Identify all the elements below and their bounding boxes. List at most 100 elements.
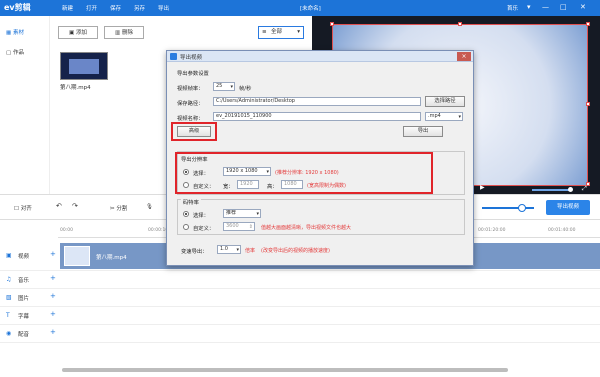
app-icon [170,53,177,60]
undo-icon[interactable]: ↶ [56,202,62,210]
fullscreen-icon[interactable]: ⤢ [582,185,587,193]
track-label-subtitle: 字幕 [18,314,30,320]
menu-save-as[interactable]: 另存 [134,4,145,12]
timeline-scrollbar[interactable] [62,368,508,372]
ruler-tick: 00:00 [60,228,73,233]
align-toggle[interactable]: ☐ 对齐 [14,204,32,212]
resize-handle[interactable] [586,102,590,106]
clip-thumbnail[interactable] [64,246,90,266]
scissors-icon: ✂ [110,206,115,212]
resize-handle[interactable] [330,22,334,26]
chevron-down-icon: ▾ [230,84,233,90]
resize-handle[interactable] [586,22,590,26]
export-dialog: 导出视频 × 导出参数设置 视频帧率： 25 ▾ 帧/秒 保存路径： C:/Us… [166,50,474,266]
name-label: 视频名称： [177,116,204,122]
clip-label: 第八期.mp4 [96,255,127,261]
subtitle-icon: T [6,312,10,319]
left-rail: ▦ 素材 ▢ 作品 [0,16,50,194]
ruler-tick: 00:01:20:00 [478,228,506,233]
ruler-tick: 00:01:40:00 [548,228,576,233]
mic-icon[interactable]: 🎙 [146,204,153,210]
chevron-down-icon: ▾ [256,211,259,217]
rail-item-material[interactable]: ▦ 素材 [6,28,24,36]
video-name-input[interactable]: ev_20191015_110900 [213,112,421,121]
menu-new[interactable]: 新建 [62,4,73,12]
play-icon[interactable]: ▶ [480,184,485,191]
add-video-track-button[interactable]: + [50,250,56,258]
list-icon: ≡ [262,29,267,35]
volume-slider[interactable] [532,189,572,191]
add-button[interactable]: ▣ 添加 [58,26,98,39]
music-icon: ♫ [6,276,12,283]
fps-select[interactable]: 25 ▾ [213,82,235,91]
bitrate-title: 码特率 [181,198,201,206]
add-voiceover-button[interactable]: + [50,328,56,336]
chevron-down-icon: ▾ [458,114,461,120]
resolution-highlight [175,152,433,194]
path-label: 保存路径： [177,101,204,107]
path-input[interactable]: C:/Users/Administrator/Desktop [213,97,421,106]
rail-item-label: 作品 [12,50,24,56]
add-file-icon: ▣ [69,30,75,36]
user-name[interactable]: 首乐 [507,4,518,12]
rail-item-works[interactable]: ▢ 作品 [6,48,24,56]
title-bar: ev剪辑 新建 打开 保存 另存 导出 [未命名] 首乐 ▾ — □ ✕ [0,0,600,16]
bitrate-select[interactable]: 推荐 ▾ [223,209,261,218]
close-icon[interactable]: ✕ [580,3,586,11]
bitrate-custom-radio[interactable] [183,224,189,230]
track-label-voiceover: 配音 [18,332,30,338]
volume-knob[interactable] [568,187,573,192]
section-title-params: 导出参数设置 [177,71,209,77]
zoom-slider[interactable] [482,207,534,209]
track-divider [0,306,600,307]
minimize-icon[interactable]: — [542,3,549,11]
format-select[interactable]: .mp4 ▾ [425,112,463,121]
bitrate-custom-label: 自定义： [193,226,215,232]
export-button[interactable]: 导出 [403,126,443,137]
media-thumbnail[interactable] [60,52,108,80]
menu-export[interactable]: 导出 [158,4,169,12]
track-label-music: 音乐 [18,278,30,284]
speed-label: 变速导出： [181,249,208,255]
bitrate-select-label: 选择： [193,213,209,219]
speed-unit: 倍率 [245,248,256,254]
filter-select[interactable]: ≡ 全部 ▾ [258,26,304,39]
export-video-button[interactable]: 导出视频 [546,200,590,215]
dialog-titlebar: 导出视频 × [167,51,473,62]
dropdown-icon[interactable]: ▾ [527,3,531,11]
app-logo: ev剪辑 [4,3,31,12]
advanced-highlight [171,122,217,141]
trash-icon: ▥ [115,30,121,36]
track-divider [0,324,600,325]
add-subtitle-button[interactable]: + [50,310,56,318]
delete-button[interactable]: ▥ 删除 [104,26,144,39]
track-label-image: 图片 [18,296,30,302]
grid-icon: ▦ [6,30,12,36]
track-divider [0,342,600,343]
add-image-button[interactable]: + [50,292,56,300]
zoom-knob[interactable] [518,204,526,212]
track-divider [0,270,600,271]
fps-label: 视频帧率： [177,86,204,92]
bitrate-input[interactable]: 3600 ⇕ [223,222,255,231]
folder-icon: ▢ [6,50,12,56]
track-label-video: 视频 [18,254,30,260]
choose-path-button[interactable]: 选择路径 [425,96,465,107]
menu-open[interactable]: 打开 [86,4,97,12]
video-track-icon: ▣ [6,252,12,259]
maximize-icon[interactable]: □ [560,3,567,11]
dialog-title: 导出视频 [180,55,203,61]
media-item-label: 第八期.mp4 [60,85,91,91]
split-button[interactable]: ✂ 分割 [110,204,127,212]
menu-save[interactable]: 保存 [110,4,121,12]
dialog-close-button[interactable]: × [457,52,471,61]
checkbox-icon: ☐ [14,206,19,212]
speed-select[interactable]: 1.0 ▾ [217,245,241,254]
speed-note: (改变导出后的视频的播放速度) [261,248,330,254]
add-music-button[interactable]: + [50,274,56,282]
track-divider [0,288,600,289]
resize-handle[interactable] [458,22,462,26]
bitrate-preset-radio[interactable] [183,211,189,217]
redo-icon[interactable]: ↷ [72,202,78,210]
fps-unit: 帧/秒 [239,86,252,92]
